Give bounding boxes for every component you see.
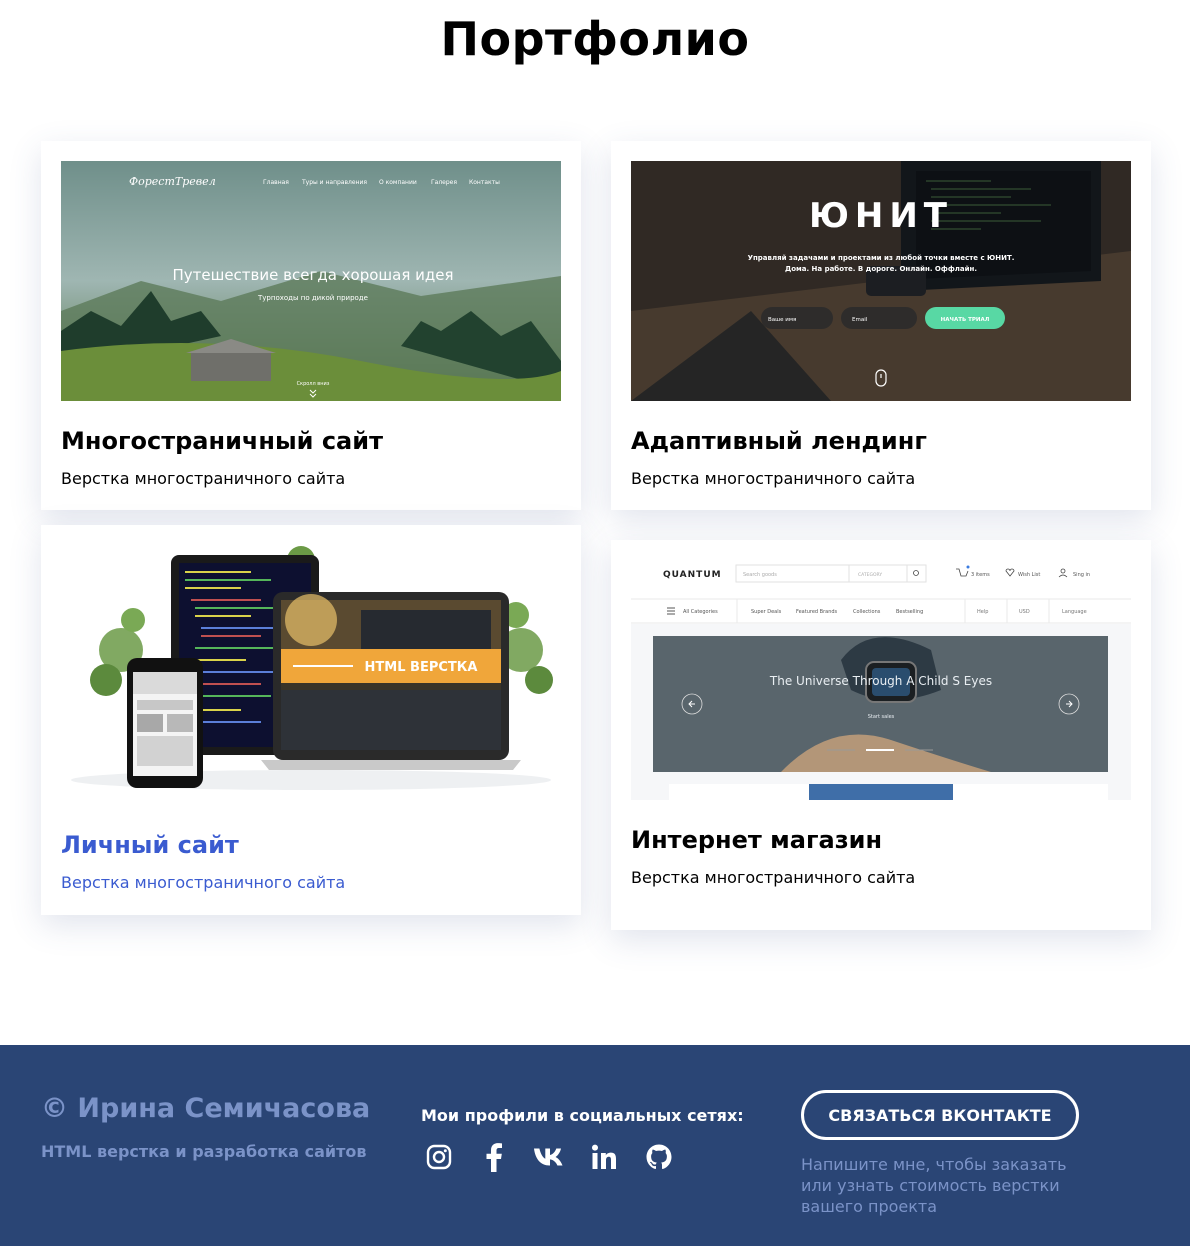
portfolio-card-shop[interactable]: QUANTUM Search goods CATEGORY 3 items Wi… [611,540,1151,930]
page-title: Портфолио [440,12,750,66]
thumb-brand: ЮНИТ [809,196,953,236]
card-title[interactable]: Интернет магазин [631,826,882,854]
thumb-slide-title: The Universe Through A Child S Eyes [769,674,992,688]
card-description: Верстка многостраничного сайта [631,469,916,488]
landing-screenshot: ЮНИТ Управляй задачами и проектами из лю… [631,161,1131,401]
personal-site-devices-image: HTML ВЕРСТКА [61,540,561,802]
thumb-line1: Управляй задачами и проектами из любой т… [748,254,1015,262]
vk-icon[interactable] [531,1141,566,1173]
card-description: Верстка многостраничного сайта [61,469,346,488]
thumb-help: Help [977,609,988,615]
thumb-category: CATEGORY [858,572,882,578]
thumb-language: Language [1062,609,1087,615]
linkedin-icon[interactable] [586,1141,621,1173]
instagram-icon[interactable] [421,1141,456,1173]
thumb-cta: НАЧАТЬ ТРИАЛ [941,317,990,323]
thumb-signin: Sing in [1073,572,1090,578]
thumb-scroll: Скролл вниз [297,381,330,387]
github-icon[interactable] [641,1141,676,1173]
thumb-search: Search goods [743,572,777,578]
portfolio-card-landing[interactable]: ЮНИТ Управляй задачами и проектами из лю… [611,141,1151,510]
thumb-headline: Путешествие всегда хорошая идея [172,266,453,284]
thumb-logo: ФорестТревел [129,175,216,188]
thumb-banner-text: HTML ВЕРСТКА [365,660,478,675]
thumb-subline: Турпоходы по дикой природе [257,294,368,302]
thumb-line2: Дома. На работе. В дороге. Онлайн. Оффла… [785,265,977,273]
thumb-usd: USD [1019,609,1030,615]
thumb-menu-0: Super Deals [751,609,782,615]
thumb-email-field: Email [852,317,868,323]
thumb-nav-2: О компании [379,179,417,186]
thumb-all-categories: All Categories [683,609,718,615]
card-description: Верстка многостраничного сайта [61,873,346,892]
footer: © Ирина Семичасова HTML верстка и разраб… [0,1045,1190,1246]
thumb-cart: 3 items [971,572,990,578]
portfolio-card-multipage[interactable]: ФорестТревел Главная Туры и направления … [41,141,581,510]
card-description: Верстка многостраничного сайта [631,868,916,887]
thumb-nav-3: Галерея [431,179,457,186]
shop-screenshot: QUANTUM Search goods CATEGORY 3 items Wi… [631,540,1131,800]
thumb-nav-1: Туры и направления [301,179,367,186]
thumb-menu-2: Collections [853,609,881,615]
thumb-shop-brand: QUANTUM [663,570,722,580]
contact-vk-button[interactable]: СВЯЗАТЬСЯ ВКОНТАКТЕ [801,1090,1079,1140]
social-icons [421,1141,676,1173]
footer-copyright-name: © Ирина Семичасова [41,1093,371,1124]
social-profiles-title: Мои профили в социальных сетях: [421,1106,744,1125]
thumb-wishlist: Wish List [1018,572,1040,578]
card-title[interactable]: Личный сайт [61,831,239,859]
thumb-menu-1: Featured Brands [796,609,838,615]
thumb-nav-0: Главная [263,179,289,186]
thumb-menu-3: Bestselling [896,609,923,615]
card-title[interactable]: Адаптивный лендинг [631,427,927,455]
card-title[interactable]: Многостраничный сайт [61,427,383,455]
thumb-name-field: Ваше имя [768,317,796,323]
contact-note: Напишите мне, чтобы заказать или узнать … [801,1155,1067,1216]
footer-subtitle: HTML верстка и разработка сайтов [41,1142,367,1161]
thumb-nav-4: Контакты [469,179,500,186]
facebook-icon[interactable] [476,1141,511,1173]
multipage-site-screenshot: ФорестТревел Главная Туры и направления … [61,161,561,401]
portfolio-card-personal[interactable]: HTML ВЕРСТКА Личный сайт Верстка многост… [41,525,581,915]
thumb-slide-sub: Start sales [868,714,895,720]
